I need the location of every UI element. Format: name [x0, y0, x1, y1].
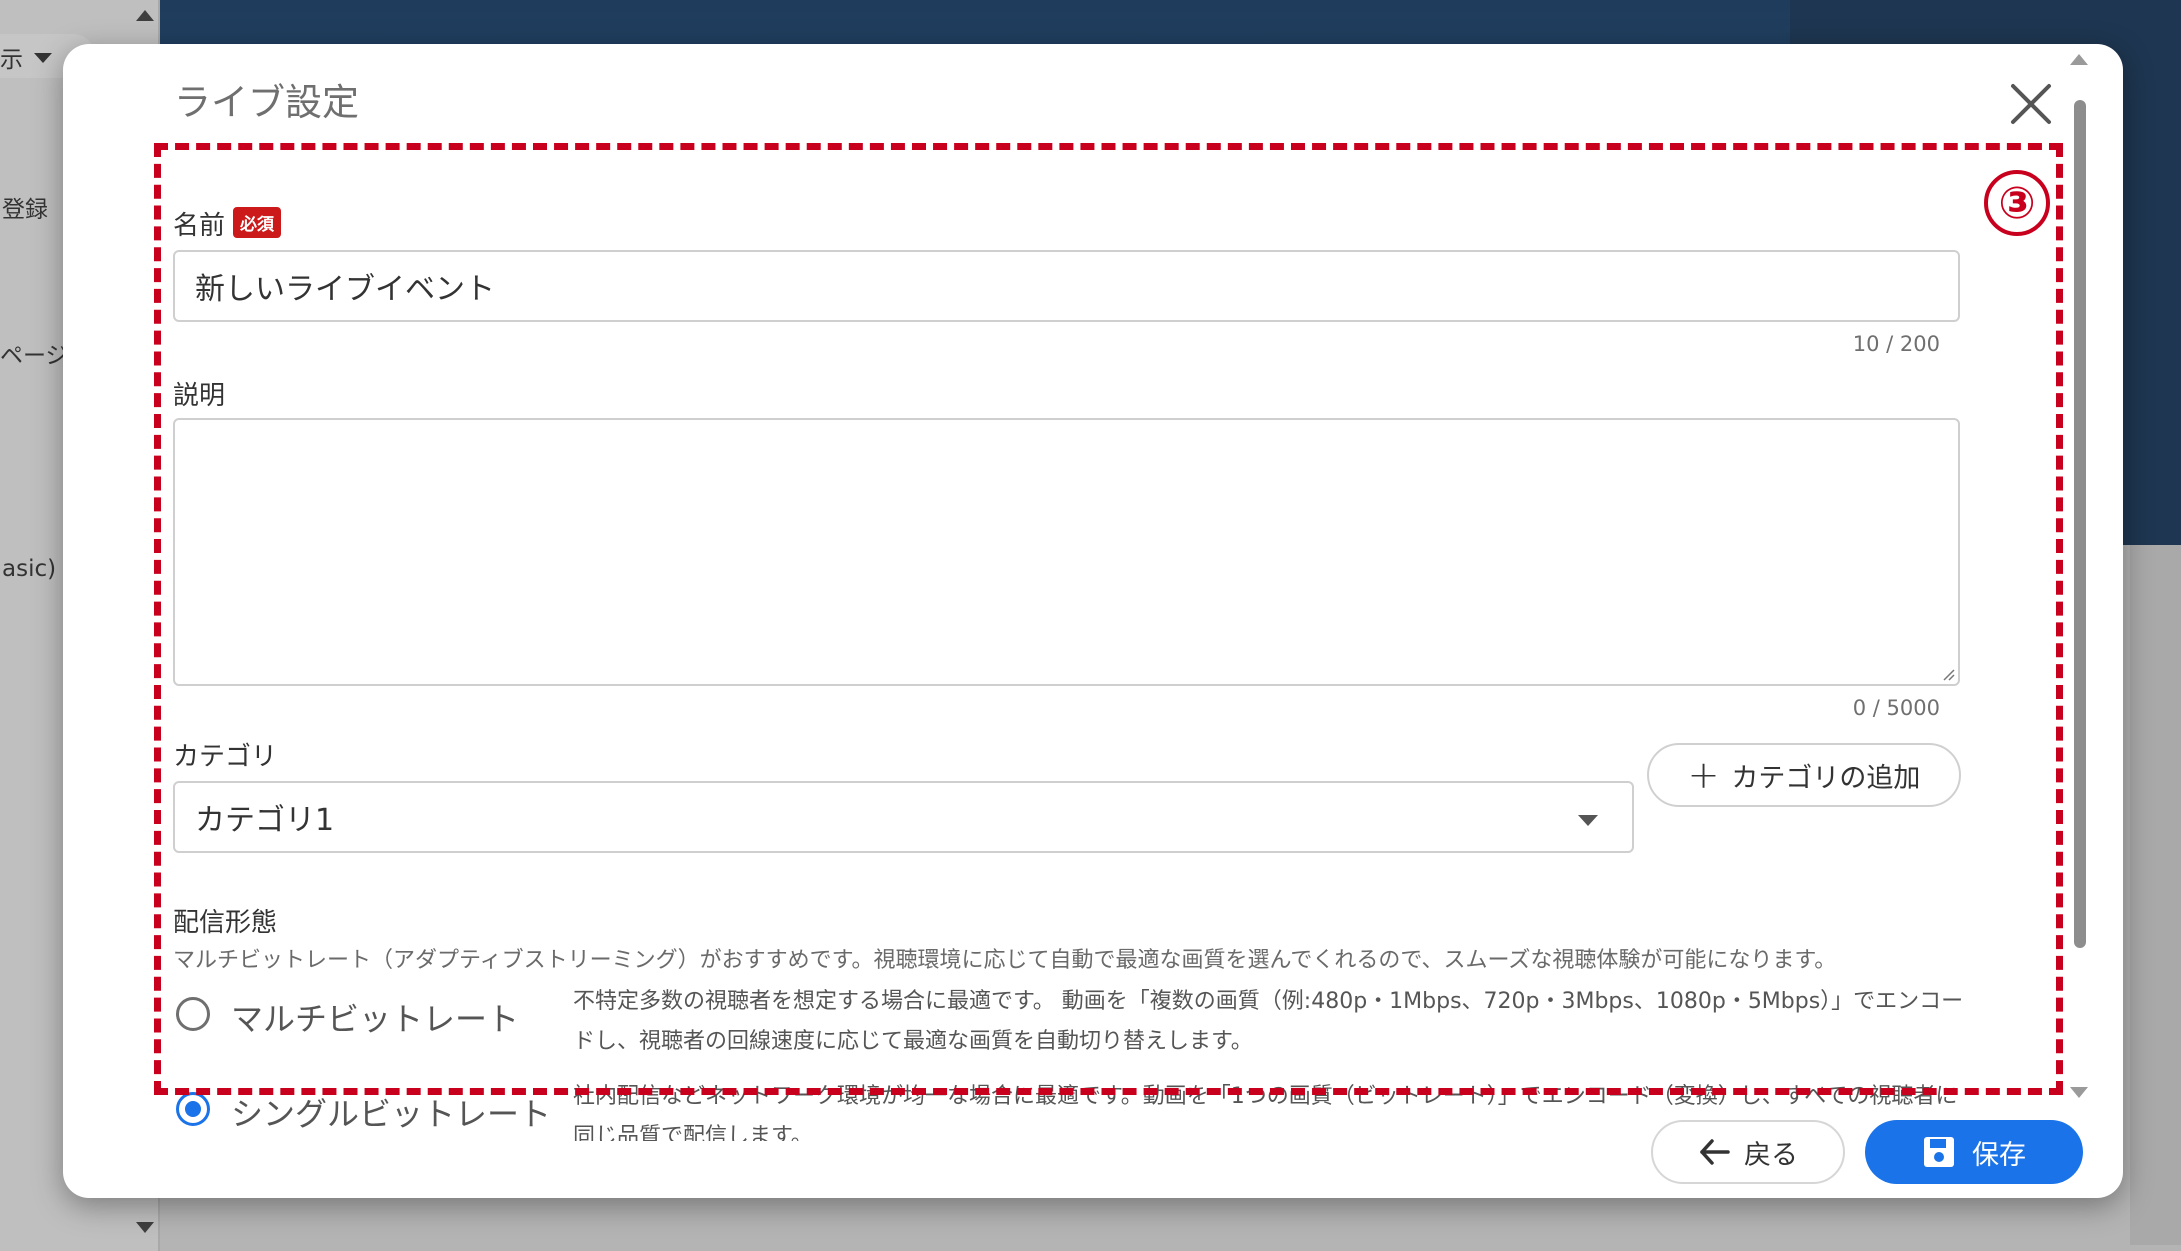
add-category-label: カテゴリの追加 [1731, 762, 1921, 794]
close-button[interactable] [2003, 76, 2059, 132]
save-button[interactable]: 保存 [1865, 1120, 2083, 1184]
scroll-up-icon[interactable] [2070, 54, 2088, 65]
close-icon [2011, 84, 2051, 124]
background-text: ページ [0, 343, 69, 369]
plus-icon: + [1687, 753, 1720, 797]
description-textarea[interactable] [173, 418, 1960, 686]
arrow-left-icon [1700, 1139, 1730, 1165]
name-label-text: 名前 [173, 211, 226, 241]
description-label: 説明 [173, 381, 226, 411]
radio-multi-bitrate[interactable] [176, 997, 210, 1031]
radio-single-bitrate[interactable] [176, 1092, 210, 1126]
dialog-title: ライブ設定 [174, 81, 359, 124]
live-settings-dialog: ライブ設定 名前 必須 新しいライブイベント 10 / 200 説明 0 / 50… [63, 44, 2123, 1198]
multi-bitrate-description: 不特定多数の視聴者を想定する場合に最適です。 動画を「複数の画質（例:480p・… [573, 989, 1964, 1054]
category-selected-value: カテゴリ1 [195, 803, 335, 838]
annotation-marker: ③ [1984, 170, 2050, 236]
single-bitrate-label[interactable]: シングルビットレート [231, 1089, 551, 1135]
description-char-counter: 0 / 5000 [1852, 696, 1940, 720]
multi-bitrate-label[interactable]: マルチビットレート [231, 994, 519, 1040]
category-select[interactable]: カテゴリ1 [173, 781, 1634, 853]
name-label: 名前 必須 [173, 205, 282, 242]
dropdown-arrow-icon [1578, 815, 1598, 826]
scroll-up-icon [136, 10, 154, 21]
name-input-value: 新しいライブイベント [195, 272, 495, 307]
category-label: カテゴリ [173, 742, 278, 772]
dialog-scroll-content[interactable]: 名前 必須 新しいライブイベント 10 / 200 説明 0 / 5000 カテゴ… [63, 139, 2123, 1141]
delivery-format-description: マルチビットレート（アダプティブストリーミング）がおすすめです。視聴環境に応じて… [173, 948, 1837, 973]
name-char-counter: 10 / 200 [1852, 332, 1940, 356]
add-category-button[interactable]: + カテゴリの追加 [1647, 743, 1961, 807]
background-text: 示 [0, 47, 23, 73]
chevron-down-icon [34, 53, 52, 63]
scroll-down-icon[interactable] [2070, 1087, 2088, 1098]
scrollbar-thumb[interactable] [2074, 100, 2086, 948]
required-badge: 必須 [233, 207, 282, 238]
save-floppy-icon [1924, 1137, 1954, 1167]
background-text: asic) [2, 556, 57, 582]
back-button-label: 戻る [1744, 1139, 1798, 1171]
scroll-down-icon [136, 1222, 154, 1233]
name-input[interactable]: 新しいライブイベント [173, 250, 1960, 322]
delivery-format-label: 配信形態 [173, 908, 278, 938]
save-button-label: 保存 [1972, 1139, 2026, 1171]
background-text: 登録 [2, 197, 48, 223]
resize-handle-icon[interactable] [1941, 667, 1955, 681]
background-side-panel [2130, 545, 2181, 1245]
back-button[interactable]: 戻る [1651, 1120, 1845, 1184]
